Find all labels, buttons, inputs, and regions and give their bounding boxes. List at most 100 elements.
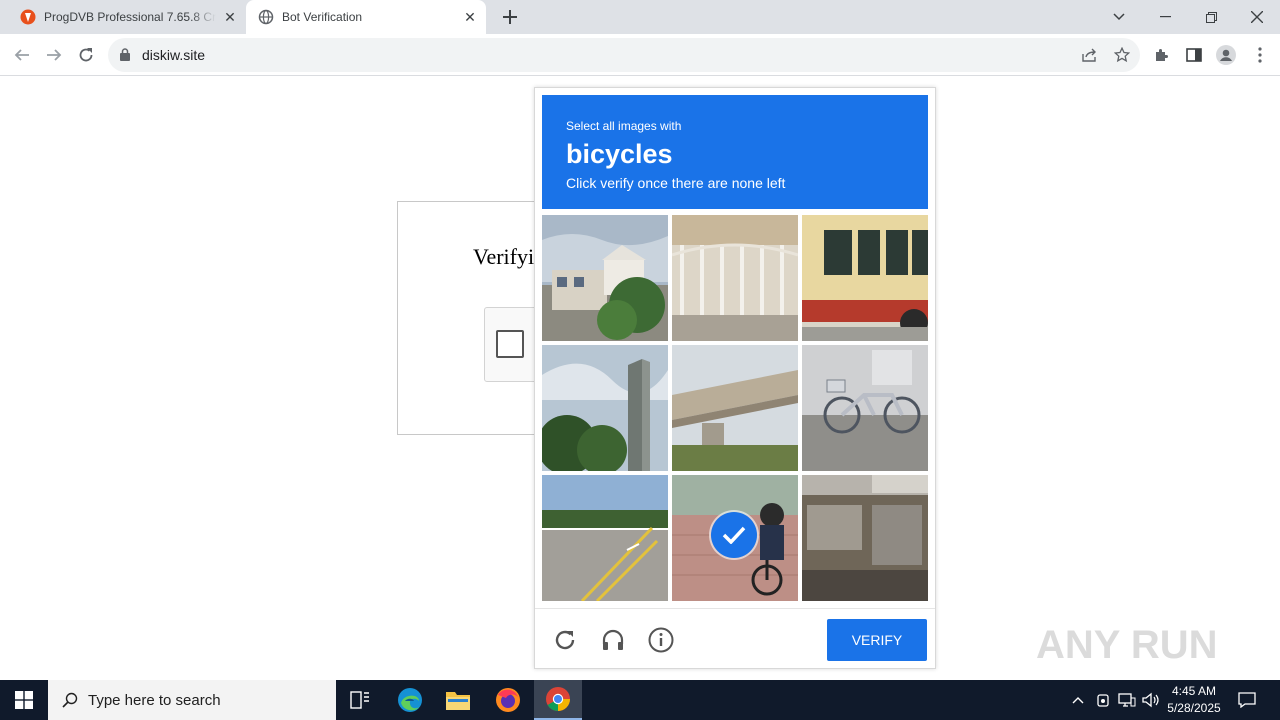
address-bar[interactable]: diskiw.site [108,38,1140,72]
close-icon [1251,11,1263,23]
chrome-button[interactable] [534,680,582,720]
image-tile-5[interactable] [672,345,798,471]
show-hidden-icons-button[interactable] [1068,680,1088,720]
task-view-icon [350,691,369,709]
url-text[interactable]: diskiw.site [142,47,205,63]
refresh-icon [555,630,575,650]
chevron-up-icon [1072,697,1084,704]
info-button[interactable] [647,626,675,654]
headphones-icon [602,629,624,650]
star-icon [1114,47,1130,63]
globe-icon [258,9,274,25]
tile-image [542,475,668,601]
reload-button[interactable] [72,41,100,69]
task-view-button[interactable] [336,680,384,720]
image-tile-7[interactable] [542,475,668,601]
tile-image [802,345,928,471]
search-placeholder: Type here to search [88,691,221,709]
volume-icon[interactable] [1140,680,1162,720]
edge-icon [398,688,422,712]
anyrun-watermark: ANY RUN [1036,606,1236,676]
forward-button[interactable] [40,41,68,69]
windows-taskbar: Type here to search 4:45 AM 5/28/2025 [0,680,1280,720]
taskbar-clock[interactable]: 4:45 AM 5/28/2025 [1160,683,1228,717]
notification-icon [1238,692,1256,708]
search-icon [62,692,78,708]
windows-logo-icon [15,691,33,709]
bookmark-button[interactable] [1112,45,1132,65]
tab-progdvb[interactable]: ProgDVB Professional 7.65.8 Crack ✕ [0,0,246,34]
chevron-down-icon [1113,13,1125,21]
tile-image [542,345,668,471]
tray-device-icon[interactable] [1094,680,1112,720]
selected-checkmark-icon [711,512,757,558]
restore-button[interactable] [1188,0,1234,34]
image-grid [542,215,928,601]
avatar-icon [1216,45,1236,65]
challenge-prompt: Select all images with [566,119,682,133]
lock-icon[interactable] [120,48,130,61]
arrow-left-icon [14,49,29,61]
tab-search-button[interactable] [1096,0,1142,34]
challenge-footer: VERIFY [535,608,935,668]
tile-image [542,215,668,341]
audio-challenge-button[interactable] [599,626,627,654]
image-tile-2[interactable] [672,215,798,341]
share-button[interactable] [1080,45,1100,65]
kebab-menu-icon [1258,47,1262,63]
image-tile-4[interactable] [542,345,668,471]
puzzle-icon [1156,49,1168,61]
verify-button[interactable]: VERIFY [827,619,927,661]
image-tile-6[interactable] [802,345,928,471]
captcha-checkbox[interactable] [496,330,524,358]
clock-date: 5/28/2025 [1167,701,1221,715]
menu-button[interactable] [1250,45,1270,65]
side-panel-button[interactable] [1184,45,1204,65]
notifications-button[interactable] [1232,680,1262,720]
side-panel-icon [1186,48,1202,62]
tile-image [802,475,928,601]
tab-title: Bot Verification [282,10,363,24]
tab-bot-verification[interactable]: Bot Verification ✕ [246,0,486,34]
chrome-icon [546,687,570,711]
image-tile-3[interactable] [802,215,928,341]
captcha-challenge: Select all images with bicycles Click ve… [534,87,936,669]
firefox-button[interactable] [484,680,532,720]
restore-icon [1205,11,1217,23]
edge-button[interactable] [386,680,434,720]
arrow-right-icon [47,49,62,61]
reload-icon [79,48,93,62]
extensions-button[interactable] [1152,45,1172,65]
clock-time: 4:45 AM [1171,684,1217,698]
tab-strip: ProgDVB Professional 7.65.8 Crack ✕ Bot … [0,0,1280,34]
profile-button[interactable] [1216,45,1236,65]
firefox-icon [496,688,520,712]
watermark-text: ANY RUN [1036,623,1218,667]
tile-image [672,215,798,341]
refresh-button[interactable] [551,626,579,654]
tab-title: ProgDVB Professional 7.65.8 Crack [44,10,216,24]
tile-image [802,215,928,341]
close-tab-icon[interactable]: ✕ [462,9,478,25]
minimize-icon [1159,16,1171,18]
plus-icon [503,10,517,24]
start-button[interactable] [0,680,48,720]
minimize-button[interactable] [1142,0,1188,34]
share-icon [1082,48,1096,62]
browser-toolbar: diskiw.site [0,34,1280,76]
file-explorer-button[interactable] [434,680,482,720]
new-tab-button[interactable] [498,5,522,29]
info-icon [648,627,674,653]
image-tile-8[interactable] [672,475,798,601]
close-window-button[interactable] [1234,0,1280,34]
image-tile-1[interactable] [542,215,668,341]
network-icon[interactable] [1116,680,1138,720]
back-button[interactable] [8,41,36,69]
taskbar-search[interactable]: Type here to search [48,680,336,720]
challenge-header: Select all images with bicycles Click ve… [542,95,928,209]
challenge-instruction: Click verify once there are none left [566,175,786,191]
close-tab-icon[interactable]: ✕ [222,9,238,25]
folder-icon [446,692,470,710]
image-tile-9[interactable] [802,475,928,601]
progdvb-favicon-icon [20,9,36,25]
